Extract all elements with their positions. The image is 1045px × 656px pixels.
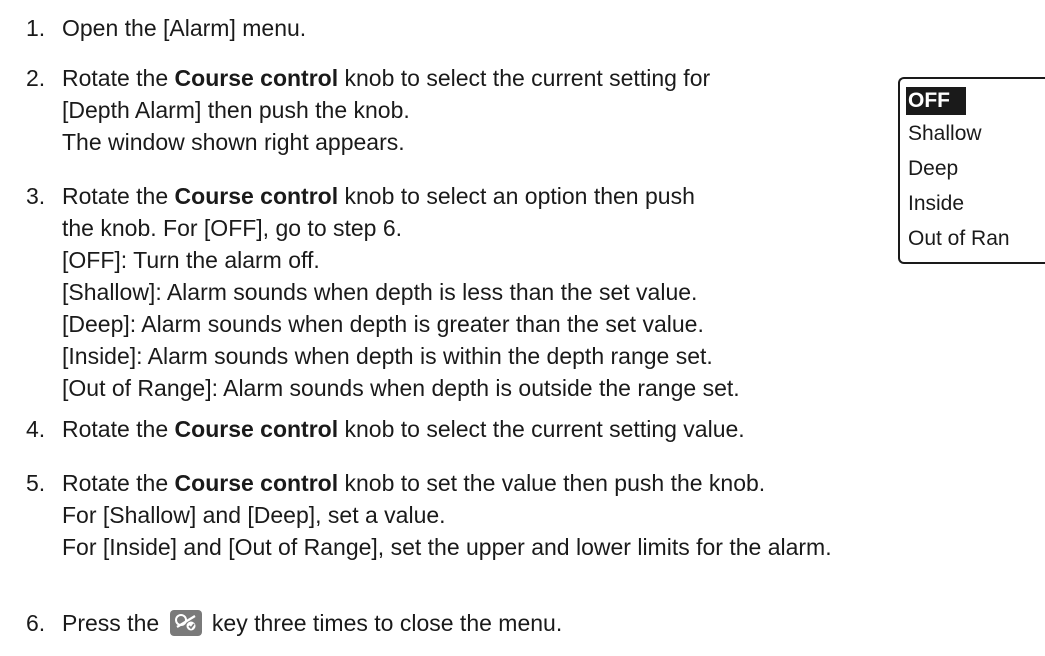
step-line: [Out of Range]: Alarm sounds when depth … [62,375,740,401]
step-text: Rotate the Course control knob to select… [62,62,710,158]
step-number: 3. [26,183,46,209]
step-line: [Inside]: Alarm sounds when depth is wit… [62,343,713,369]
step-number: 5. [26,470,46,496]
text-run: Press the [62,610,166,636]
control-name: Course control [174,470,339,496]
control-name: Course control [174,416,339,442]
text-run: Rotate the [62,416,175,442]
text-run: key three times to close the menu. [205,610,563,636]
control-name: Course control [174,183,339,209]
step-line: For [Inside] and [Out of Range], set the… [62,534,832,560]
step-line: Open the [Alarm] menu. [62,15,307,41]
step-line: [Deep]: Alarm sounds when depth is great… [62,311,704,337]
step-text: Open the [Alarm] menu. [62,12,306,44]
step-number: 6. [26,610,46,636]
menu-option-off[interactable]: OFF [906,87,966,115]
step-line: The window shown right appears. [62,129,405,155]
text-run: knob to select the current setting for [338,65,711,91]
step-text: Rotate the Course control knob to select… [62,180,740,404]
menu-option-out-of-range[interactable]: Out of Ran [908,225,1010,253]
text-run: Rotate the [62,470,175,496]
step-text: Rotate the Course control knob to select… [62,413,745,445]
step-line: Press the key three times to close the m… [62,607,562,639]
step-number: 2. [26,65,46,91]
step-line: [Shallow]: Alarm sounds when depth is le… [62,279,698,305]
text-run: knob to select the current setting value… [338,416,745,442]
step-line: Rotate the Course control knob to select… [62,180,740,212]
menu-option-inside[interactable]: Inside [908,190,964,218]
step-line: Rotate the Course control knob to select… [62,413,745,445]
step-number: 1. [26,15,46,41]
step-number: 4. [26,416,46,442]
menu-key-icon [169,610,202,636]
menu-option-shallow[interactable]: Shallow [908,120,982,148]
depth-alarm-option-window: OFF Shallow Deep Inside Out of Ran [898,77,1045,264]
step-line: Rotate the Course control knob to set th… [62,467,832,499]
control-name: Course control [174,65,339,91]
text-run: knob to select an option then push [338,183,695,209]
step-line: the knob. For [OFF], go to step 6. [62,215,403,241]
text-run: knob to set the value then push the knob… [338,470,766,496]
step-line: [OFF]: Turn the alarm off. [62,247,320,273]
text-run: Rotate the [62,183,175,209]
step-text: Rotate the Course control knob to set th… [62,467,832,563]
step-line: [Depth Alarm] then push the knob. [62,97,410,123]
step-line: For [Shallow] and [Deep], set a value. [62,502,446,528]
step-line: Rotate the Course control knob to select… [62,62,710,94]
step-text: Press the key three times to close the m… [62,607,562,639]
text-run: Rotate the [62,65,175,91]
menu-option-deep[interactable]: Deep [908,155,958,183]
